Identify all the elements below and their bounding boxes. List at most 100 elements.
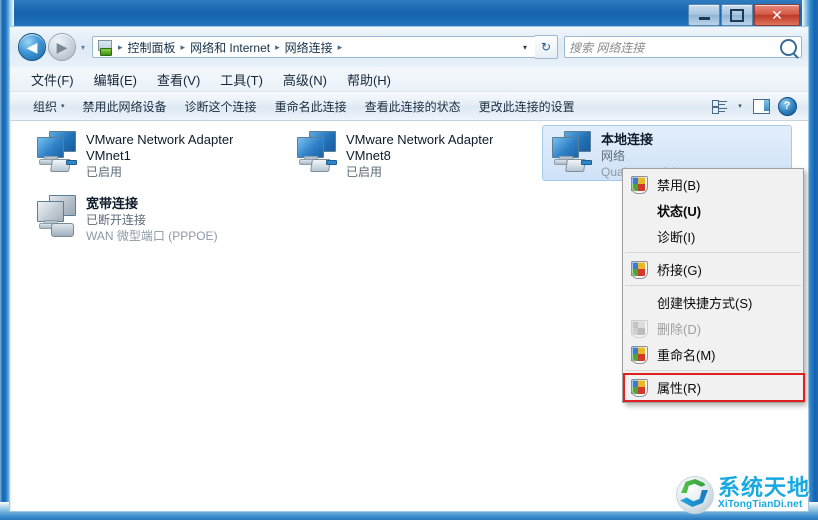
- change-settings-button[interactable]: 更改此连接的设置: [470, 95, 584, 118]
- organize-label: 组织: [33, 99, 58, 114]
- context-menu-item-disable[interactable]: 禁用(B): [623, 171, 803, 197]
- view-mode-button[interactable]: [706, 95, 732, 117]
- wan-miniport-icon: [34, 194, 82, 238]
- preview-pane-button[interactable]: [748, 95, 774, 117]
- breadcrumb-item-network-internet[interactable]: 网络和 Internet: [187, 38, 273, 57]
- no-icon-placeholder: [627, 199, 649, 221]
- breadcrumb-item-network-connections[interactable]: 网络连接: [282, 38, 336, 57]
- window-controls: ✕: [687, 4, 800, 26]
- breadcrumb-bar[interactable]: ▸ 控制面板 ▸ 网络和 Internet ▸ 网络连接 ▸ ▾: [92, 36, 536, 58]
- breadcrumb-separator[interactable]: ▸: [273, 42, 282, 53]
- connection-tile-vmnet8[interactable]: VMware Network Adapter VMnet8 已启用: [287, 125, 533, 181]
- breadcrumb-dropdown-icon[interactable]: ▾: [517, 37, 533, 57]
- no-icon-placeholder: [627, 225, 649, 247]
- uac-shield-icon: [627, 258, 649, 280]
- network-adapter-icon: [549, 130, 597, 174]
- close-icon: ✕: [771, 7, 783, 23]
- context-menu-label: 重命名(M): [657, 347, 716, 363]
- connection-name-line2: VMnet8: [346, 148, 391, 163]
- breadcrumb-separator: ▸: [118, 41, 123, 52]
- connection-icon-wrap: [32, 194, 82, 240]
- menu-help[interactable]: 帮助(H): [338, 68, 400, 91]
- menu-advanced[interactable]: 高级(N): [274, 68, 336, 91]
- search-input[interactable]: 搜索 网络连接: [564, 36, 802, 58]
- context-menu-item-status[interactable]: 状态(U): [623, 197, 803, 223]
- context-menu-item-rename[interactable]: 重命名(M): [623, 341, 803, 367]
- uac-shield-icon: [627, 317, 649, 339]
- minimize-icon: [698, 16, 710, 20]
- close-button[interactable]: ✕: [754, 4, 800, 26]
- connection-context-menu: 禁用(B) 状态(U) 诊断(I) 桥接(G) 创建快捷方式(S) 删除(D) …: [622, 168, 805, 403]
- diagnose-connection-button[interactable]: 诊断这个连接: [176, 95, 266, 118]
- menu-view[interactable]: 查看(V): [148, 68, 209, 91]
- help-button[interactable]: ?: [774, 95, 800, 117]
- context-menu-label: 创建快捷方式(S): [657, 295, 753, 311]
- rename-connection-button[interactable]: 重命名此连接: [266, 95, 356, 118]
- view-status-button[interactable]: 查看此连接的状态: [356, 95, 470, 118]
- help-icon: ?: [777, 96, 797, 116]
- forward-arrow-icon: ▶: [56, 39, 68, 55]
- breadcrumb-separator[interactable]: ▸: [336, 42, 345, 53]
- context-menu-item-create-shortcut[interactable]: 创建快捷方式(S): [623, 289, 803, 315]
- network-adapter-icon: [294, 130, 342, 174]
- maximize-button[interactable]: [721, 4, 753, 26]
- search-icon: [780, 38, 797, 56]
- refresh-button[interactable]: ↻: [535, 35, 558, 59]
- connection-tile-broadband[interactable]: 宽带连接 已断开连接 WAN 微型端口 (PPPOE): [27, 189, 273, 251]
- breadcrumb-separator[interactable]: ▸: [179, 42, 188, 53]
- view-mode-icon: [711, 99, 727, 114]
- connection-status: 已断开连接: [86, 213, 147, 227]
- connection-icon-wrap: [32, 130, 82, 176]
- connection-texts: VMware Network Adapter VMnet1 已启用: [86, 130, 233, 180]
- connection-detail: WAN 微型端口 (PPPOE): [86, 229, 218, 243]
- explorer-window: ✕ ◀ ▶ ▾ ▸ 控制面板 ▸ 网络和 Internet ▸ 网络连接 ▸ ▾…: [0, 0, 818, 520]
- refresh-icon: ↻: [540, 40, 552, 54]
- uac-shield-icon: [627, 173, 649, 195]
- context-menu-item-diagnose[interactable]: 诊断(I): [623, 223, 803, 249]
- disable-device-button[interactable]: 禁用此网络设备: [74, 95, 176, 118]
- uac-shield-icon: [627, 343, 649, 365]
- connection-name-line2: VMnet1: [86, 148, 131, 163]
- address-bar: ◀ ▶ ▾ ▸ 控制面板 ▸ 网络和 Internet ▸ 网络连接 ▸ ▾ ↻…: [10, 27, 808, 67]
- connection-name: VMware Network Adapter: [86, 132, 234, 147]
- context-menu-separator: [625, 285, 801, 286]
- connection-name: VMware Network Adapter: [346, 132, 494, 147]
- connection-status: 已启用: [86, 165, 123, 179]
- context-menu-label: 诊断(I): [657, 229, 696, 245]
- context-menu-label: 属性(R): [657, 380, 702, 396]
- context-menu-separator: [625, 370, 801, 371]
- connection-tile-vmnet1[interactable]: VMware Network Adapter VMnet1 已启用: [27, 125, 273, 181]
- recent-pages-button[interactable]: ▾: [76, 34, 90, 60]
- no-icon-placeholder: [627, 291, 649, 313]
- chevron-down-icon: ▾: [61, 103, 65, 110]
- preview-pane-icon: [752, 98, 770, 114]
- uac-shield-icon: [627, 376, 649, 398]
- menu-edit[interactable]: 编辑(E): [85, 68, 146, 91]
- connection-name: 本地连接: [601, 132, 654, 147]
- view-mode-dropdown[interactable]: ▾: [732, 95, 748, 117]
- context-menu-separator: [625, 252, 801, 253]
- connection-texts: VMware Network Adapter VMnet8 已启用: [346, 130, 493, 180]
- connection-icon-wrap: [547, 130, 597, 176]
- control-panel-network-icon: [97, 39, 113, 56]
- menu-file[interactable]: 文件(F): [22, 68, 83, 91]
- context-menu-label: 删除(D): [657, 321, 702, 337]
- connection-texts: 宽带连接 已断开连接 WAN 微型端口 (PPPOE): [86, 194, 218, 244]
- back-arrow-icon: ◀: [26, 39, 38, 55]
- context-menu-label: 状态(U): [657, 203, 702, 219]
- menu-tools[interactable]: 工具(T): [211, 68, 272, 91]
- network-adapter-icon: [34, 130, 82, 174]
- connection-icon-wrap: [292, 130, 342, 176]
- minimize-button[interactable]: [688, 4, 720, 26]
- search-placeholder: 搜索 网络连接: [569, 40, 645, 55]
- forward-button[interactable]: ▶: [48, 33, 76, 61]
- organize-button[interactable]: 组织 ▾: [24, 95, 74, 118]
- chevron-down-icon: ▾: [738, 103, 742, 110]
- chevron-down-icon: ▾: [80, 42, 85, 52]
- breadcrumb-item-control-panel[interactable]: 控制面板: [125, 38, 179, 57]
- context-menu-item-properties[interactable]: 属性(R): [623, 373, 805, 402]
- context-menu-item-bridge[interactable]: 桥接(G): [623, 256, 803, 282]
- back-button[interactable]: ◀: [18, 33, 46, 61]
- connection-status: 网络: [601, 149, 626, 163]
- connection-name: 宽带连接: [86, 196, 139, 211]
